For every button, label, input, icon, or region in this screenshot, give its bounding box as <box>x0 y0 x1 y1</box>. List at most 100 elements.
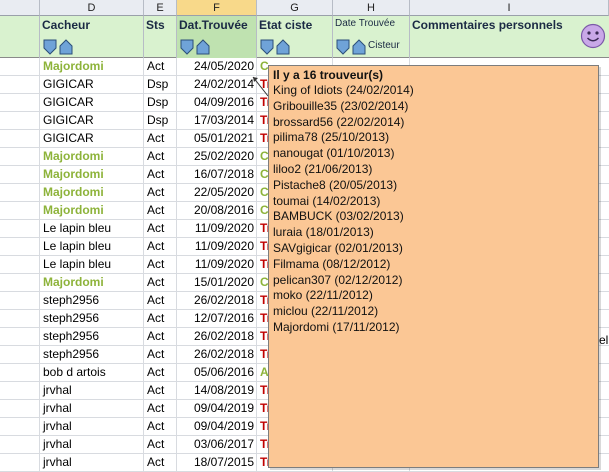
sort-down-icon[interactable] <box>43 39 57 55</box>
cacheur-cell[interactable]: Le lapin bleu <box>40 256 144 273</box>
date-cell[interactable]: 25/02/2020 <box>177 148 257 165</box>
date-cell[interactable]: 12/07/2016 <box>177 310 257 327</box>
sts-cell[interactable]: Act <box>144 256 177 273</box>
cacheur-cell[interactable]: bob d artois <box>40 364 144 381</box>
row-number-cell[interactable] <box>0 148 40 165</box>
date-cell[interactable]: 05/06/2016 <box>177 364 257 381</box>
sts-cell[interactable]: Act <box>144 274 177 291</box>
cacheur-cell[interactable]: steph2956 <box>40 292 144 309</box>
row-number-cell[interactable] <box>0 202 40 219</box>
cacheur-cell[interactable]: steph2956 <box>40 346 144 363</box>
cacheur-cell[interactable]: Majordomi <box>40 166 144 183</box>
cacheur-cell[interactable]: GIGICAR <box>40 112 144 129</box>
header-etat-ciste[interactable]: Etat ciste <box>257 16 333 58</box>
date-cell[interactable]: 16/07/2018 <box>177 166 257 183</box>
row-number-cell[interactable] <box>0 220 40 237</box>
date-cell[interactable]: 05/01/2021 <box>177 130 257 147</box>
sts-cell[interactable]: Dsp <box>144 94 177 111</box>
cacheur-cell[interactable]: jrvhal <box>40 436 144 453</box>
row-number-cell[interactable] <box>0 256 40 273</box>
sts-cell[interactable]: Act <box>144 328 177 345</box>
row-number-cell[interactable] <box>0 184 40 201</box>
cacheur-cell[interactable]: GIGICAR <box>40 76 144 93</box>
sort-down-icon[interactable] <box>180 39 194 55</box>
date-cell[interactable]: 24/02/2014 <box>177 76 257 93</box>
cacheur-cell[interactable]: Le lapin bleu <box>40 220 144 237</box>
sort-down-icon[interactable] <box>260 39 274 55</box>
cacheur-cell[interactable]: jrvhal <box>40 382 144 399</box>
sort-down-icon[interactable] <box>336 39 350 55</box>
cacheur-cell[interactable]: Majordomi <box>40 274 144 291</box>
sts-cell[interactable]: Act <box>144 202 177 219</box>
column-header-i[interactable]: I <box>410 0 609 16</box>
cacheur-cell[interactable]: jrvhal <box>40 454 144 471</box>
column-header-d[interactable]: D <box>40 0 144 16</box>
sts-cell[interactable]: Act <box>144 184 177 201</box>
row-number-cell[interactable] <box>0 112 40 129</box>
column-header-h[interactable]: H <box>333 0 410 16</box>
date-cell[interactable]: 11/09/2020 <box>177 238 257 255</box>
date-cell[interactable]: 09/04/2019 <box>177 400 257 417</box>
date-cell[interactable]: 26/02/2018 <box>177 328 257 345</box>
cacheur-cell[interactable]: jrvhal <box>40 418 144 435</box>
cacheur-cell[interactable]: GIGICAR <box>40 130 144 147</box>
sts-cell[interactable]: Act <box>144 292 177 309</box>
sts-cell[interactable]: Act <box>144 346 177 363</box>
column-header-g[interactable]: G <box>257 0 333 16</box>
column-header-e[interactable]: E <box>144 0 177 16</box>
sts-cell[interactable]: Act <box>144 238 177 255</box>
sort-up-icon[interactable] <box>59 39 73 55</box>
date-cell[interactable]: 24/05/2020 <box>177 58 257 75</box>
column-header-f[interactable]: F <box>177 0 257 16</box>
row-number-cell[interactable] <box>0 310 40 327</box>
row-number-cell[interactable] <box>0 238 40 255</box>
header-dat-trouvee[interactable]: Dat.Trouvée <box>177 16 257 58</box>
date-cell[interactable]: 22/05/2020 <box>177 184 257 201</box>
date-cell[interactable]: 20/08/2016 <box>177 202 257 219</box>
row-number-cell[interactable] <box>0 94 40 111</box>
row-number-cell[interactable] <box>0 382 40 399</box>
row-number-cell[interactable] <box>0 346 40 363</box>
cacheur-cell[interactable]: Majordomi <box>40 148 144 165</box>
row-number-cell[interactable] <box>0 364 40 381</box>
row-number-cell[interactable] <box>0 274 40 291</box>
row-number-cell[interactable] <box>0 328 40 345</box>
row-number-cell[interactable] <box>0 58 40 75</box>
date-cell[interactable]: 14/08/2019 <box>177 382 257 399</box>
cacheur-cell[interactable]: Majordomi <box>40 184 144 201</box>
sts-cell[interactable]: Act <box>144 364 177 381</box>
corner-cell[interactable] <box>0 0 40 16</box>
cacheur-cell[interactable]: Majordomi <box>40 58 144 75</box>
sts-cell[interactable]: Act <box>144 418 177 435</box>
header-cacheur[interactable]: Cacheur <box>40 16 144 58</box>
date-cell[interactable]: 04/09/2016 <box>177 94 257 111</box>
date-cell[interactable]: 17/03/2014 <box>177 112 257 129</box>
row-number-cell[interactable] <box>0 292 40 309</box>
date-cell[interactable]: 09/04/2019 <box>177 418 257 435</box>
header-sts[interactable]: Sts <box>144 16 177 58</box>
date-cell[interactable]: 26/02/2018 <box>177 346 257 363</box>
cacheur-cell[interactable]: Le lapin bleu <box>40 238 144 255</box>
sts-cell[interactable]: Dsp <box>144 76 177 93</box>
row-number-cell[interactable] <box>0 418 40 435</box>
sts-cell[interactable]: Act <box>144 310 177 327</box>
cacheur-cell[interactable]: steph2956 <box>40 310 144 327</box>
sts-cell[interactable]: Act <box>144 220 177 237</box>
date-cell[interactable]: 18/07/2015 <box>177 454 257 471</box>
date-cell[interactable]: 15/01/2020 <box>177 274 257 291</box>
row-number-cell[interactable] <box>0 76 40 93</box>
sts-cell[interactable]: Act <box>144 400 177 417</box>
row-number-cell[interactable] <box>0 454 40 471</box>
date-cell[interactable]: 11/09/2020 <box>177 220 257 237</box>
cacheur-cell[interactable]: Majordomi <box>40 202 144 219</box>
sort-up-icon[interactable] <box>196 39 210 55</box>
cacheur-cell[interactable]: jrvhal <box>40 400 144 417</box>
sts-cell[interactable]: Act <box>144 148 177 165</box>
sts-cell[interactable]: Act <box>144 436 177 453</box>
smiley-icon[interactable] <box>580 23 606 49</box>
sts-cell[interactable]: Act <box>144 382 177 399</box>
sort-up-icon[interactable] <box>276 39 290 55</box>
sts-cell[interactable]: Act <box>144 166 177 183</box>
row-number-cell[interactable] <box>0 166 40 183</box>
sts-cell[interactable]: Act <box>144 130 177 147</box>
